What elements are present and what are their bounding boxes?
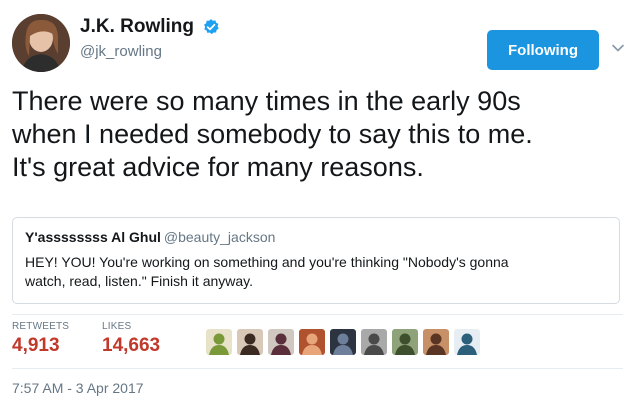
tweet-header: J.K. Rowling @jk_rowling Following bbox=[12, 14, 626, 72]
likes-label: LIKES bbox=[102, 321, 132, 332]
quoted-tweet-header: Y'assssssss Al Ghul @beauty_jackson bbox=[25, 229, 607, 247]
retweets-label: RETWEETS bbox=[12, 321, 70, 332]
likes-count: 14,663 bbox=[102, 335, 161, 356]
liker-avatar-4[interactable] bbox=[299, 329, 325, 355]
stats-divider-top bbox=[12, 314, 623, 315]
quoted-tweet-text: HEY! YOU! You're working on something an… bbox=[25, 254, 509, 289]
chevron-down-icon[interactable] bbox=[610, 40, 626, 56]
author-avatar[interactable] bbox=[12, 14, 70, 72]
stats-divider-bottom bbox=[12, 368, 623, 369]
author-handle[interactable]: @jk_rowling bbox=[80, 43, 220, 60]
retweets-count: 4,913 bbox=[12, 335, 60, 356]
retweets-stat[interactable]: RETWEETS 4,913 bbox=[12, 321, 69, 357]
liker-avatar-1[interactable] bbox=[206, 329, 232, 355]
author-name-block: J.K. Rowling @jk_rowling bbox=[80, 16, 220, 60]
tweet-timestamp[interactable]: 7:57 AM - 3 Apr 2017 bbox=[12, 380, 144, 396]
liker-avatar-8[interactable] bbox=[423, 329, 449, 355]
tweet-text: There were so many times in the early 90… bbox=[12, 86, 533, 182]
liker-avatar-9[interactable] bbox=[454, 329, 480, 355]
quoted-tweet[interactable]: Y'assssssss Al Ghul @beauty_jackson HEY! … bbox=[12, 217, 620, 304]
following-button[interactable]: Following bbox=[487, 30, 599, 70]
quoted-display-name: Y'assssssss Al Ghul bbox=[25, 229, 161, 245]
verified-badge-icon bbox=[204, 19, 220, 35]
liker-avatar-7[interactable] bbox=[392, 329, 418, 355]
liker-avatar-6[interactable] bbox=[361, 329, 387, 355]
liker-avatar-2[interactable] bbox=[237, 329, 263, 355]
author-display-name[interactable]: J.K. Rowling bbox=[80, 16, 194, 38]
liker-avatar-5[interactable] bbox=[330, 329, 356, 355]
liker-avatar-3[interactable] bbox=[268, 329, 294, 355]
quoted-handle: @beauty_jackson bbox=[163, 229, 276, 245]
likes-stat[interactable]: LIKES 14,663 bbox=[102, 321, 160, 357]
